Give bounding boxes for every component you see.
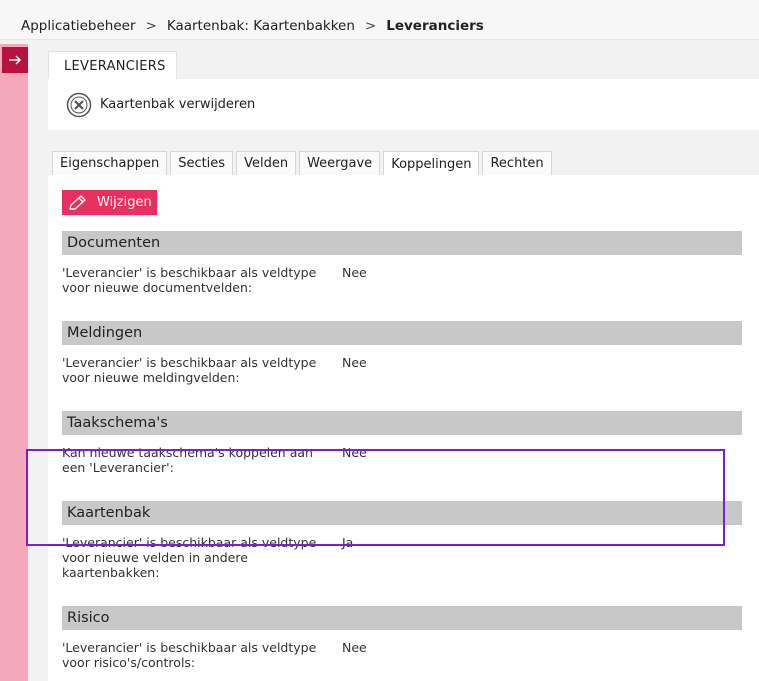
delete-cardbox-link[interactable]: Kaartenbak verwijderen xyxy=(100,97,255,112)
breadcrumb-item-current: Leveranciers xyxy=(386,17,484,34)
delete-icon[interactable] xyxy=(66,92,92,118)
section-title: Taakschema's xyxy=(62,411,742,435)
content-panel: Wijzigen Documenten 'Leverancier' is bes… xyxy=(48,175,759,681)
tab-koppelingen[interactable]: Koppelingen xyxy=(383,151,480,176)
expand-sidebar-button[interactable] xyxy=(2,47,28,73)
section-row: 'Leverancier' is beschikbaar als veldtyp… xyxy=(62,640,742,680)
tab-velden[interactable]: Velden xyxy=(236,151,297,175)
section-title: Meldingen xyxy=(62,321,742,345)
section-meldingen: Meldingen 'Leverancier' is beschikbaar a… xyxy=(62,321,742,395)
section-answer: Nee xyxy=(342,355,367,370)
tab-rechten[interactable]: Rechten xyxy=(482,151,552,175)
section-question: 'Leverancier' is beschikbaar als veldtyp… xyxy=(62,355,317,385)
left-sidebar xyxy=(0,44,28,681)
breadcrumb-item-applicatiebeheer[interactable]: Applicatiebeheer xyxy=(21,18,136,34)
action-panel: Kaartenbak verwijderen xyxy=(48,79,759,130)
section-answer: Nee xyxy=(342,640,367,655)
breadcrumb-separator: > xyxy=(145,17,157,34)
arrow-right-icon xyxy=(9,55,22,65)
section-row: 'Leverancier' is beschikbaar als veldtyp… xyxy=(62,355,742,395)
breadcrumb: Applicatiebeheer > Kaartenbak: Kaartenba… xyxy=(0,0,759,40)
tab-leveranciers-label: LEVERANCIERS xyxy=(64,58,166,74)
section-answer: Nee xyxy=(342,265,367,280)
tab-leveranciers[interactable]: LEVERANCIERS xyxy=(48,51,177,80)
section-documenten: Documenten 'Leverancier' is beschikbaar … xyxy=(62,231,742,305)
tab-secties[interactable]: Secties xyxy=(170,151,234,175)
tab-eigenschappen[interactable]: Eigenschappen xyxy=(52,151,168,175)
highlight-box xyxy=(26,449,725,546)
section-question: 'Leverancier' is beschikbaar als veldtyp… xyxy=(62,265,317,295)
pencil-icon xyxy=(69,194,86,210)
breadcrumb-item-kaartenbakken[interactable]: Kaartenbak: Kaartenbakken xyxy=(167,18,355,34)
section-risico: Risico 'Leverancier' is beschikbaar als … xyxy=(62,606,742,680)
edit-button[interactable]: Wijzigen xyxy=(62,190,157,215)
breadcrumb-separator: > xyxy=(364,17,377,34)
tab-bar: Eigenschappen Secties Velden Weergave Ko… xyxy=(52,151,552,176)
edit-button-label: Wijzigen xyxy=(97,195,152,210)
section-question: 'Leverancier' is beschikbaar als veldtyp… xyxy=(62,640,317,670)
main-area: LEVERANCIERS Kaartenbak verwijderen Eige… xyxy=(28,44,759,681)
section-title: Documenten xyxy=(62,231,742,255)
section-row: 'Leverancier' is beschikbaar als veldtyp… xyxy=(62,265,742,305)
section-title: Risico xyxy=(62,606,742,630)
tab-weergave[interactable]: Weergave xyxy=(299,151,381,175)
